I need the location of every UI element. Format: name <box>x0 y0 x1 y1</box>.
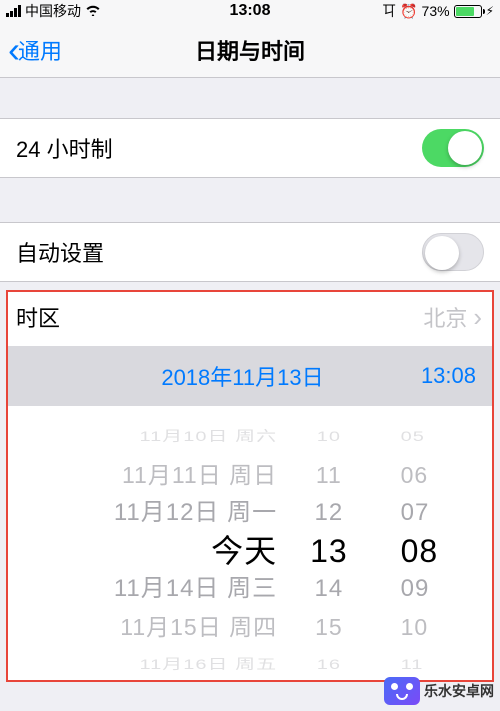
chevron-right-icon: › <box>473 302 482 333</box>
selected-date: 2018年11月13日 <box>24 360 421 392</box>
label-auto: 自动设置 <box>16 236 104 268</box>
picker-date-item: 11月12日 周一 <box>114 494 277 532</box>
toggle-24h[interactable] <box>422 129 484 167</box>
watermark: 乐水安卓网 <box>384 677 494 705</box>
picker-date-item: 11月11日 周日 <box>122 456 277 494</box>
page-title: 日期与时间 <box>195 34 305 66</box>
back-button[interactable]: ‹ 通用 <box>8 32 62 68</box>
battery-pct: 73% <box>422 3 450 19</box>
nav-bar: ‹ 通用 日期与时间 <box>0 22 500 78</box>
datetime-picker[interactable]: 11月10日 周六 11月11日 周日 11月12日 周一 今天 11月14日 … <box>8 426 492 676</box>
wifi-icon <box>85 3 101 19</box>
label-timezone: 时区 <box>16 301 60 333</box>
toggle-auto[interactable] <box>422 233 484 271</box>
picker-min-item: 05 <box>401 426 425 450</box>
highlighted-region: 时区 北京 › 2018年11月13日 13:08 11月10日 周六 11月1… <box>6 290 494 682</box>
row-auto: 自动设置 <box>0 223 500 281</box>
alarm-icon: ⏰ <box>400 3 417 20</box>
picker-date-item: 11月10日 周六 <box>140 426 278 450</box>
value-timezone: 北京 <box>423 301 467 333</box>
picker-hour-item: 13 <box>310 532 348 570</box>
row-24h: 24 小时制 <box>0 119 500 177</box>
picker-date-item: 今天 <box>211 532 277 570</box>
picker-hour-item: 16 <box>317 652 341 676</box>
charging-icon: ⚡︎ <box>486 4 494 18</box>
picker-hour-item: 11 <box>316 456 342 494</box>
picker-col-minute[interactable]: 05 06 07 08 09 10 11 <box>371 426 482 676</box>
picker-min-item: 10 <box>401 608 429 646</box>
picker-hour-item: 10 <box>317 426 341 450</box>
back-label: 通用 <box>18 34 62 66</box>
status-left: 中国移动 <box>6 1 101 21</box>
picker-min-item: 06 <box>401 456 429 494</box>
picker-min-item: 08 <box>401 532 439 570</box>
carrier-label: 中国移动 <box>25 1 81 21</box>
status-right: 㔿 ⏰ 73% ⚡︎ <box>382 1 494 21</box>
picker-min-item: 07 <box>401 494 430 532</box>
picker-hour-item: 12 <box>315 494 344 532</box>
picker-col-hour[interactable]: 10 11 12 13 14 15 16 <box>287 426 371 676</box>
battery-icon <box>454 5 482 18</box>
watermark-icon <box>384 677 420 705</box>
selected-datetime-bar[interactable]: 2018年11月13日 13:08 <box>8 346 492 406</box>
group-24h: 24 小时制 <box>0 118 500 178</box>
picker-date-item: 11月16日 周五 <box>140 652 278 676</box>
picker-date-item: 11月15日 周四 <box>120 608 277 646</box>
picker-hour-item: 14 <box>315 570 344 608</box>
signal-bars-icon <box>6 5 21 17</box>
status-time: 13:08 <box>230 2 271 20</box>
selected-time: 13:08 <box>421 363 476 389</box>
rotation-lock-icon: 㔿 <box>382 1 396 21</box>
label-24h: 24 小时制 <box>16 132 113 164</box>
section-spacer <box>0 178 500 222</box>
picker-col-date[interactable]: 11月10日 周六 11月11日 周日 11月12日 周一 今天 11月14日 … <box>18 426 287 676</box>
picker-min-item: 09 <box>401 570 430 608</box>
status-bar: 中国移动 13:08 㔿 ⏰ 73% ⚡︎ <box>0 0 500 22</box>
group-auto: 自动设置 <box>0 222 500 282</box>
picker-date-item: 11月14日 周三 <box>114 570 277 608</box>
picker-hour-item: 15 <box>315 608 343 646</box>
section-spacer <box>0 78 500 118</box>
row-timezone[interactable]: 时区 北京 › <box>8 292 492 342</box>
picker-min-item: 11 <box>401 652 424 676</box>
watermark-text: 乐水安卓网 <box>424 681 494 701</box>
